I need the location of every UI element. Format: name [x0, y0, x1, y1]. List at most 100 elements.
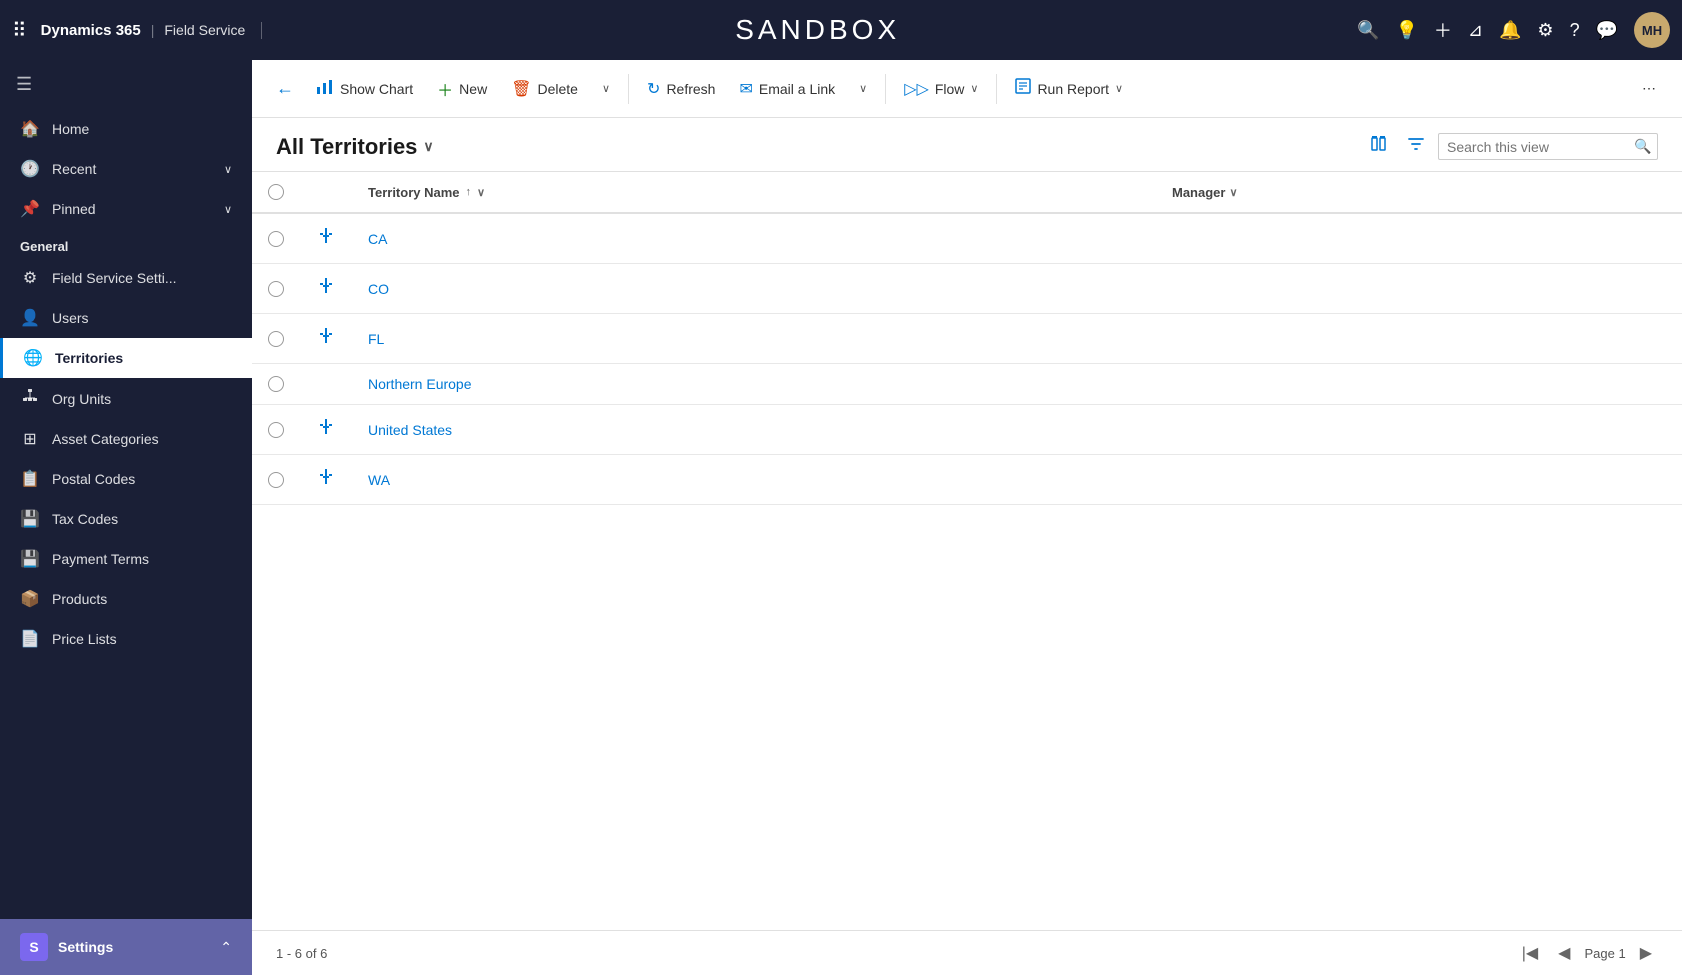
chat-icon[interactable]: 💬 — [1596, 20, 1618, 41]
org-units-icon — [20, 388, 40, 409]
nav-icons: 🔍 💡 ＋ ⊿ 🔔 ⚙ ? 💬 MH — [1357, 12, 1670, 48]
pagination: |◀ ◀ Page 1 ▶ — [1516, 941, 1658, 965]
manager-header[interactable]: Manager ∨ — [1156, 172, 1682, 213]
run-report-icon — [1015, 78, 1031, 99]
lightbulb-icon[interactable]: 💡 — [1395, 20, 1417, 41]
columns-button[interactable] — [1366, 130, 1394, 163]
sidebar-item-field-service-settings[interactable]: ⚙ Field Service Setti... — [0, 258, 252, 298]
row-checkbox[interactable] — [268, 231, 284, 247]
sidebar-item-products[interactable]: 📦 Products — [0, 579, 252, 619]
flow-icon: ▷▷ — [904, 79, 929, 99]
manager-cell — [1156, 264, 1682, 314]
toolbar-divider-1 — [628, 74, 629, 104]
territory-name-link[interactable]: Northern Europe — [368, 376, 472, 392]
next-page-button[interactable]: ▶ — [1634, 941, 1658, 965]
territory-name-link[interactable]: WA — [368, 472, 390, 488]
row-checkbox[interactable] — [268, 472, 284, 488]
delete-icon: 🗑 — [511, 79, 531, 99]
record-count: 1 - 6 of 6 — [276, 946, 327, 961]
territory-icon — [316, 421, 336, 441]
sidebar-item-postal-codes[interactable]: 📋 Postal Codes — [0, 459, 252, 499]
view-title-chevron[interactable]: ∨ — [423, 138, 433, 155]
row-checkbox[interactable] — [268, 422, 284, 438]
settings-footer-label: Settings — [58, 939, 210, 955]
email-link-button[interactable]: ✉ Email a Link — [729, 73, 845, 105]
email-chevron: ∨ — [859, 82, 867, 95]
sidebar-item-asset-categories[interactable]: ⊞ Asset Categories — [0, 419, 252, 459]
refresh-label: Refresh — [666, 81, 715, 97]
payment-terms-label: Payment Terms — [52, 551, 232, 567]
products-icon: 📦 — [20, 589, 40, 609]
sidebar-item-recent[interactable]: 🕐 Recent ∨ — [0, 149, 252, 189]
table-row: CA — [252, 213, 1682, 264]
flow-button[interactable]: ▷▷ Flow ∨ — [894, 73, 988, 105]
refresh-button[interactable]: ↻ Refresh — [637, 73, 725, 105]
more-actions-button[interactable]: ⋯ — [1632, 74, 1666, 103]
table-body: CA CO FL Northern Europe — [252, 213, 1682, 505]
show-chart-label: Show Chart — [340, 81, 413, 97]
sidebar-item-payment-terms[interactable]: 💾 Payment Terms — [0, 539, 252, 579]
territory-name-link[interactable]: CO — [368, 281, 389, 297]
row-checkbox[interactable] — [268, 281, 284, 297]
manager-label: Manager — [1172, 185, 1225, 200]
search-box: 🔍 — [1438, 133, 1658, 160]
territory-name-label: Territory Name — [368, 185, 460, 200]
search-view-icon[interactable]: 🔍 — [1634, 138, 1651, 155]
first-page-button[interactable]: |◀ — [1516, 941, 1544, 965]
manager-chevron[interactable]: ∨ — [1229, 186, 1237, 199]
manager-cell — [1156, 455, 1682, 505]
territory-name-link[interactable]: CA — [368, 231, 387, 247]
search-input[interactable] — [1447, 139, 1628, 155]
new-button[interactable]: ＋ New — [427, 71, 497, 107]
toolbar-divider-3 — [996, 74, 997, 104]
sidebar-item-users[interactable]: 👤 Users — [0, 298, 252, 338]
select-all-checkbox[interactable] — [268, 184, 284, 200]
settings-footer[interactable]: S Settings ⌃ — [0, 919, 252, 975]
table-footer: 1 - 6 of 6 |◀ ◀ Page 1 ▶ — [252, 930, 1682, 975]
sidebar-item-tax-codes[interactable]: 💾 Tax Codes — [0, 499, 252, 539]
table-container: Territory Name ↑ ∨ Manager ∨ — [252, 172, 1682, 930]
bell-icon[interactable]: 🔔 — [1499, 20, 1521, 41]
row-checkbox[interactable] — [268, 331, 284, 347]
help-icon[interactable]: ? — [1570, 20, 1580, 41]
asset-categories-icon: ⊞ — [20, 429, 40, 449]
sidebar-item-pinned[interactable]: 📌 Pinned ∨ — [0, 189, 252, 229]
products-label: Products — [52, 591, 232, 607]
run-report-button[interactable]: Run Report ∨ — [1005, 72, 1133, 105]
filter-nav-icon[interactable]: ⊿ — [1468, 20, 1483, 41]
asset-categories-label: Asset Categories — [52, 431, 232, 447]
table-row: FL — [252, 314, 1682, 364]
search-icon[interactable]: 🔍 — [1357, 20, 1379, 41]
more-delete-button[interactable]: ∨ — [592, 76, 620, 101]
territory-name-link[interactable]: United States — [368, 422, 452, 438]
main-content: ← Show Chart ＋ New 🗑 Delete ∨ ↻ Refr — [252, 60, 1682, 975]
sidebar-item-territories[interactable]: 🌐 Territories — [0, 338, 252, 378]
grid-menu-icon[interactable]: ⠿ — [12, 18, 27, 43]
filter-view-button[interactable] — [1402, 130, 1430, 163]
sidebar-item-org-units[interactable]: Org Units — [0, 378, 252, 419]
users-label: Users — [52, 310, 232, 326]
territories-icon: 🌐 — [23, 348, 43, 368]
territory-name-link[interactable]: FL — [368, 331, 384, 347]
gear-icon[interactable]: ⚙ — [1537, 20, 1553, 41]
territory-name-header[interactable]: Territory Name ↑ ∨ — [352, 172, 1156, 213]
brand-section: Dynamics 365 | Field Service — [41, 22, 263, 39]
delete-button[interactable]: 🗑 Delete — [501, 73, 588, 105]
tax-codes-label: Tax Codes — [52, 511, 232, 527]
payment-terms-icon: 💾 — [20, 549, 40, 569]
email-more-button[interactable]: ∨ — [849, 76, 877, 101]
row-checkbox[interactable] — [268, 376, 284, 392]
show-chart-button[interactable]: Show Chart — [306, 71, 423, 106]
territory-sort-chevron[interactable]: ∨ — [477, 186, 485, 199]
email-label: Email a Link — [759, 81, 835, 97]
prev-page-button[interactable]: ◀ — [1552, 941, 1576, 965]
back-button[interactable]: ← — [268, 74, 302, 103]
user-avatar[interactable]: MH — [1634, 12, 1670, 48]
sidebar-item-price-lists[interactable]: 📄 Price Lists — [0, 619, 252, 659]
plus-icon[interactable]: ＋ — [1434, 17, 1452, 43]
sidebar-toggle[interactable]: ☰ — [0, 60, 252, 109]
territory-sort-asc-icon: ↑ — [466, 186, 472, 198]
view-title-text: All Territories — [276, 134, 417, 160]
sidebar-item-home[interactable]: 🏠 Home — [0, 109, 252, 149]
table-row: WA — [252, 455, 1682, 505]
